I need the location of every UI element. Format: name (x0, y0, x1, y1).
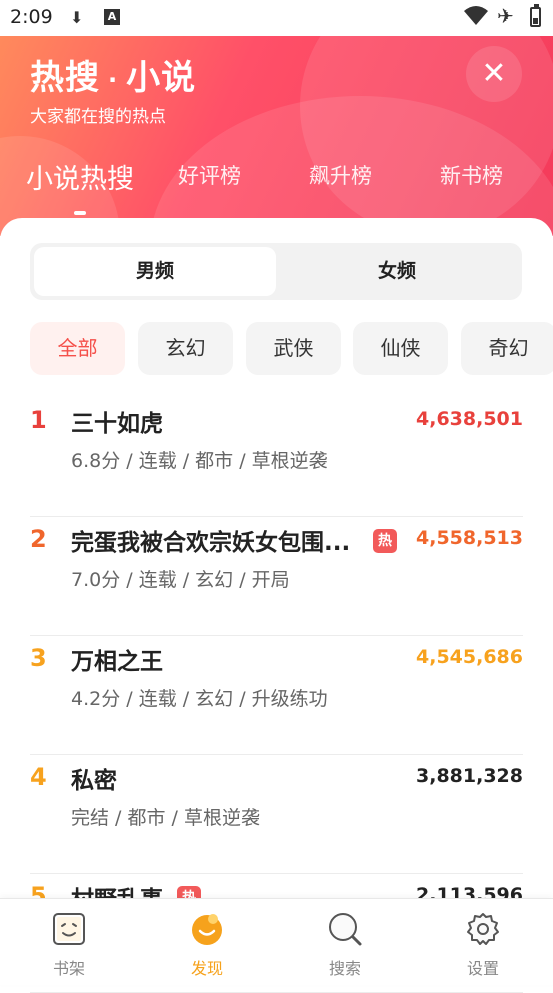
ranking-content: 男频 女频 全部 玄幻 武侠 仙侠 奇幻 1 三十如虎 6.8分 / 连载 / … (0, 218, 553, 993)
airplane-mode-icon: ✈ (497, 4, 514, 28)
brand-separator: · (108, 65, 119, 94)
tab-novel-hot-search[interactable]: 小说热搜 (26, 157, 134, 196)
rank-number: 1 (30, 406, 47, 434)
page-title: 热搜 · 小说 (30, 50, 196, 99)
chip-wuxia[interactable]: 武侠 (246, 322, 341, 375)
chip-xuanhuan[interactable]: 玄幻 (138, 322, 233, 375)
search-icon (329, 913, 362, 946)
rank-number: 3 (30, 644, 47, 672)
chip-xianxia[interactable]: 仙侠 (353, 322, 448, 375)
bottom-navigation: 书架 发现 搜索 设置 (0, 898, 553, 985)
chip-qihuan[interactable]: 奇幻 (461, 322, 553, 375)
nav-label: 书架 (52, 959, 85, 978)
status-time: 2:09 (10, 6, 53, 28)
hot-search-header: 热搜 · 小说 大家都在搜的热点 ✕ 小说热搜 好评榜 飙升榜 新书榜 (0, 36, 553, 236)
brand-name: 热搜 (30, 58, 100, 98)
nav-settings[interactable]: 设置 (414, 899, 552, 985)
tab-new-books[interactable]: 新书榜 (440, 160, 503, 190)
chip-all[interactable]: 全部 (30, 322, 125, 375)
list-item[interactable]: 1 三十如虎 6.8分 / 连载 / 都市 / 草根逆袭 4,638,501 (30, 398, 523, 517)
category-chips: 全部 玄幻 武侠 仙侠 奇幻 (30, 322, 553, 376)
book-meta: 7.0分 / 连载 / 玄幻 / 开局 (71, 569, 290, 591)
book-meta: 6.8分 / 连载 / 都市 / 草根逆袭 (71, 450, 328, 472)
wifi-icon (464, 5, 488, 31)
book-title: 万相之王 (71, 649, 163, 675)
nav-label: 发现 (190, 959, 223, 978)
segment-female[interactable]: 女频 (276, 247, 518, 296)
tab-rising[interactable]: 飙升榜 (309, 160, 372, 190)
discover-icon (192, 914, 222, 945)
search-count: 4,545,686 (416, 646, 523, 668)
rank-number: 4 (30, 763, 47, 791)
book-meta: 完结 / 都市 / 草根逆袭 (71, 807, 260, 829)
book-title: 完蛋我被合欢宗妖女包围... (71, 530, 351, 556)
settings-icon (467, 913, 499, 945)
status-bar: 2:09 ⬇ A ✈ (0, 0, 553, 36)
list-item[interactable]: 4 私密 完结 / 都市 / 草根逆袭 3,881,328 (30, 755, 523, 874)
nav-label: 搜索 (328, 959, 361, 978)
page-subtitle: 大家都在搜的热点 (30, 107, 166, 127)
nav-search[interactable]: 搜索 (276, 899, 414, 985)
app-notification-icon: A (104, 9, 120, 25)
gender-segment: 男频 女频 (30, 243, 522, 300)
list-item[interactable]: 2 完蛋我被合欢宗妖女包围... 热 7.0分 / 连载 / 玄幻 / 开局 4… (30, 517, 523, 636)
nav-discover[interactable]: 发现 (138, 899, 276, 985)
list-item[interactable]: 3 万相之王 4.2分 / 连载 / 玄幻 / 升级练功 4,545,686 (30, 636, 523, 755)
ranking-tabs: 小说热搜 好评榜 飙升榜 新书榜 (0, 160, 553, 200)
rank-number: 2 (30, 525, 47, 553)
bookshelf-icon (53, 913, 85, 945)
nav-label: 设置 (466, 959, 499, 978)
hot-badge: 热 (373, 529, 397, 553)
download-icon: ⬇ (70, 8, 84, 27)
battery-icon (530, 4, 541, 27)
brand-suffix: 小说 (126, 58, 197, 98)
search-count: 3,881,328 (416, 765, 523, 787)
tab-good-reviews[interactable]: 好评榜 (178, 160, 241, 190)
close-button[interactable]: ✕ (466, 46, 522, 102)
search-count: 4,638,501 (416, 408, 523, 430)
book-title: 三十如虎 (71, 411, 163, 437)
book-title: 私密 (71, 768, 117, 794)
close-icon: ✕ (481, 56, 507, 91)
segment-male[interactable]: 男频 (34, 247, 276, 296)
active-tab-indicator (74, 211, 86, 215)
book-meta: 4.2分 / 连载 / 玄幻 / 升级练功 (71, 688, 328, 710)
nav-bookshelf[interactable]: 书架 (0, 899, 138, 985)
search-count: 4,558,513 (416, 527, 523, 549)
